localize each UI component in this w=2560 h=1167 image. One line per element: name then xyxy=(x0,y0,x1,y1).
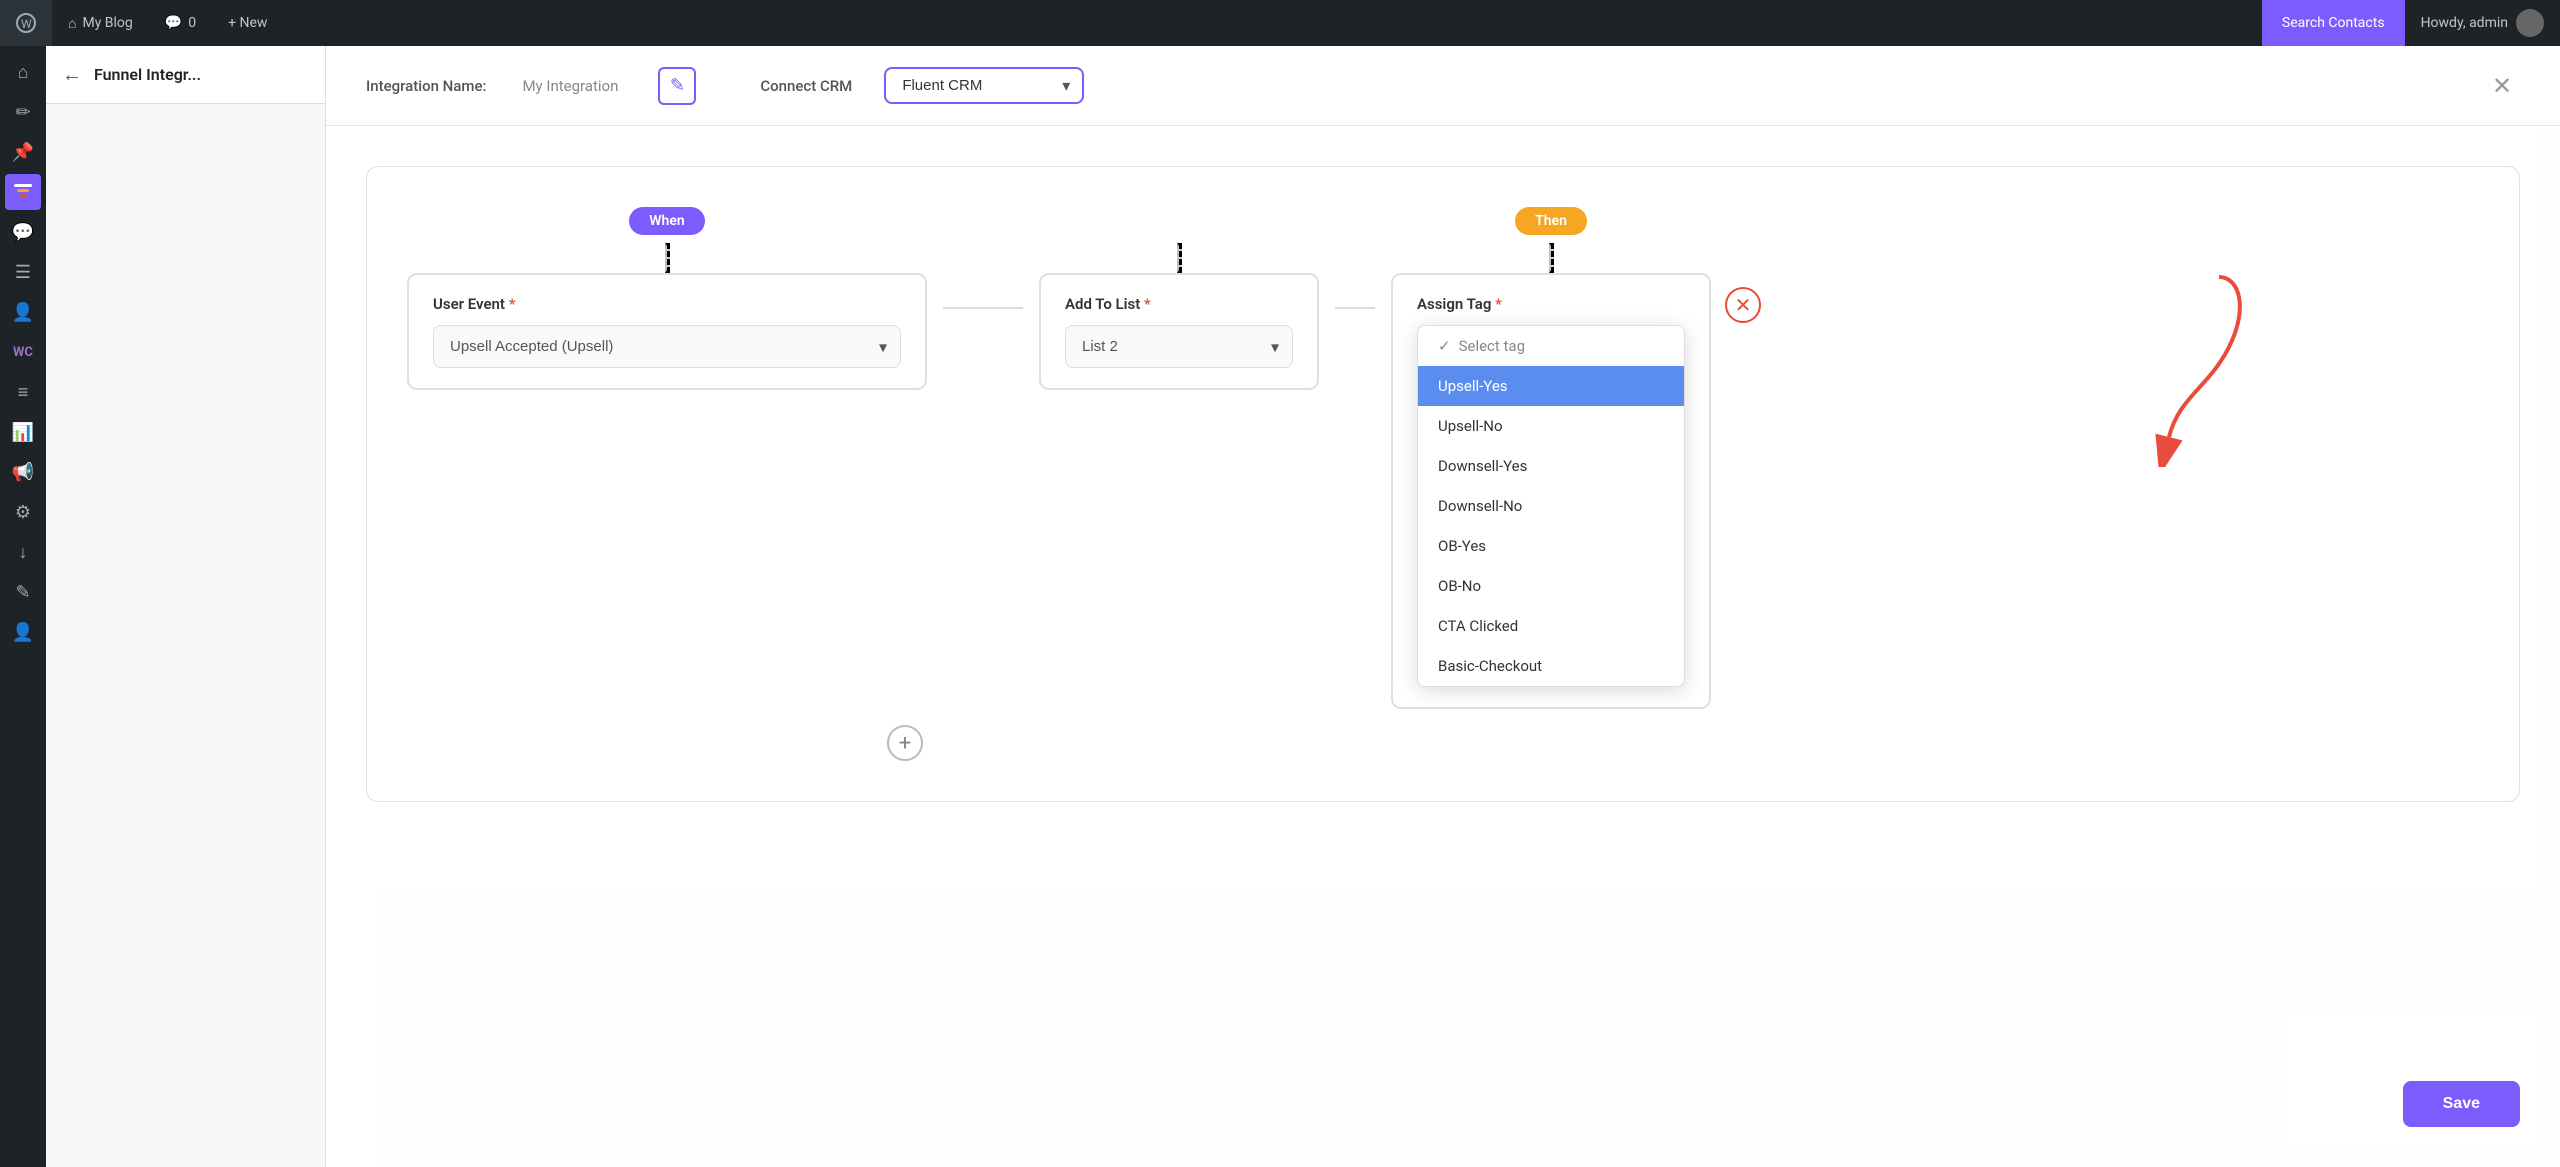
comments-count: 0 xyxy=(188,15,196,31)
add-to-list-node: Add To List * List 2 xyxy=(1039,207,1319,390)
sidebar-icon-download[interactable]: ↓ xyxy=(5,534,41,570)
connect-crm-label: Connect CRM xyxy=(760,77,852,95)
sidebar-icon-comments[interactable]: 💬 xyxy=(5,214,41,250)
modal-body: When User Event * Upsell Accepted (Upsel… xyxy=(326,126,2560,1167)
second-sidebar-title: Funnel Integr... xyxy=(94,65,201,84)
dropdown-item-ob-yes[interactable]: OB-Yes xyxy=(1418,526,1684,566)
assign-tag-card: Assign Tag * ✓ Select tag Upsell-Y xyxy=(1391,273,1711,709)
add-node-button[interactable]: + xyxy=(887,725,923,761)
sidebar-icon-dashboard[interactable]: ⌂ xyxy=(5,54,41,90)
sidebar-icon-announcements[interactable]: 📢 xyxy=(5,454,41,490)
admin-bar-right: Search Contacts Howdy, admin xyxy=(2262,0,2560,46)
user-event-select[interactable]: Upsell Accepted (Upsell) xyxy=(433,325,901,368)
home-icon: ⌂ xyxy=(68,15,76,32)
svg-text:W: W xyxy=(21,17,32,31)
add-to-list-required: * xyxy=(1144,295,1151,313)
new-item[interactable]: + New xyxy=(212,0,283,46)
connector-line xyxy=(943,307,1023,309)
howdy-label: Howdy, admin xyxy=(2421,15,2508,31)
tag-connector xyxy=(1549,243,1554,273)
integration-name-value: My Integration xyxy=(522,77,618,95)
sidebar-icon-woo[interactable]: WC xyxy=(5,334,41,370)
list-connector xyxy=(1177,243,1182,273)
check-icon: ✓ xyxy=(1438,337,1451,355)
modal-header: Integration Name: My Integration ✎ Conne… xyxy=(326,46,2560,126)
close-modal-button[interactable]: ✕ xyxy=(2484,68,2520,104)
dropdown-item-placeholder[interactable]: ✓ Select tag xyxy=(1418,326,1684,366)
then-badge: Then xyxy=(1515,207,1587,235)
my-blog-item[interactable]: ⌂ My Blog xyxy=(52,0,149,46)
sidebar-icon-list[interactable]: ☰ xyxy=(5,254,41,290)
sidebar-icon-user[interactable]: 👤 xyxy=(5,614,41,650)
save-button[interactable]: Save xyxy=(2403,1081,2520,1127)
close-node-icon: ✕ xyxy=(1735,293,1752,317)
assign-tag-node: Then Assign Tag * ✓ Select ta xyxy=(1391,207,1711,709)
left-sidebar: ⌂ ✏ 📌 💬 ☰ 👤 WC ≡ 📊 📢 ⚙ ↓ ✎ 👤 xyxy=(0,46,46,1167)
close-icon: ✕ xyxy=(2492,72,2512,100)
tag-dropdown: ✓ Select tag Upsell-Yes Upsell-No xyxy=(1417,325,1685,687)
sidebar-icon-analytics[interactable]: 📊 xyxy=(5,414,41,450)
integration-name-label: Integration Name: xyxy=(366,77,486,95)
dropdown-item-upsell-no[interactable]: Upsell-No xyxy=(1418,406,1684,446)
flow-connector-line-2 xyxy=(1319,207,1391,309)
dropdown-item-ob-no[interactable]: OB-No xyxy=(1418,566,1684,606)
main-content: Integration Name: My Integration ✎ Conne… xyxy=(326,46,2560,1167)
add-to-list-select-wrapper: List 2 xyxy=(1065,325,1293,368)
flow-connector-line xyxy=(927,207,1039,309)
dropdown-item-downsell-yes[interactable]: Downsell-Yes xyxy=(1418,446,1684,486)
plus-btn-row: + xyxy=(407,725,2479,761)
flow-row: When User Event * Upsell Accepted (Upsel… xyxy=(407,207,2479,709)
modal-overlay: Integration Name: My Integration ✎ Conne… xyxy=(326,46,2560,1167)
sidebar-icon-settings[interactable]: ⚙ xyxy=(5,494,41,530)
admin-bar-left: W ⌂ My Blog 💬 0 + New xyxy=(0,0,283,46)
dropdown-item-cta-clicked[interactable]: CTA Clicked xyxy=(1418,606,1684,646)
when-connector xyxy=(665,243,670,273)
user-event-label: User Event * xyxy=(433,295,901,313)
admin-bar: W ⌂ My Blog 💬 0 + New Search Contacts Ho… xyxy=(0,0,2560,46)
my-blog-label: My Blog xyxy=(82,15,132,31)
wp-logo-item[interactable]: W xyxy=(0,0,52,46)
sidebar-icon-pin[interactable]: 📌 xyxy=(5,134,41,170)
sidebar-icon-orders[interactable]: ≡ xyxy=(5,374,41,410)
search-contacts-button[interactable]: Search Contacts xyxy=(2262,0,2405,46)
new-label: + New xyxy=(228,15,267,31)
avatar xyxy=(2516,9,2544,37)
sidebar-icon-edit[interactable]: ✏ xyxy=(5,94,41,130)
second-sidebar-header: ← Funnel Integr... xyxy=(46,46,325,104)
user-event-required: * xyxy=(509,295,516,313)
add-to-list-select[interactable]: List 2 xyxy=(1065,325,1293,368)
close-node-button[interactable]: ✕ xyxy=(1725,287,1761,323)
edit-icon: ✎ xyxy=(670,75,685,96)
comments-icon: 💬 xyxy=(165,15,182,31)
sidebar-icon-users[interactable]: 👤 xyxy=(5,294,41,330)
sidebar-icon-funnel[interactable] xyxy=(5,174,41,210)
second-sidebar: ← Funnel Integr... xyxy=(46,46,326,1167)
user-event-card: User Event * Upsell Accepted (Upsell) xyxy=(407,273,927,390)
sidebar-icon-pen[interactable]: ✎ xyxy=(5,574,41,610)
dropdown-item-downsell-no[interactable]: Downsell-No xyxy=(1418,486,1684,526)
dropdown-item-upsell-yes[interactable]: Upsell-Yes xyxy=(1418,366,1684,406)
when-node: When User Event * Upsell Accepted (Upsel… xyxy=(407,207,927,390)
dropdown-item-basic-checkout[interactable]: Basic-Checkout xyxy=(1418,646,1684,686)
crm-select-wrapper: Fluent CRM xyxy=(884,67,1084,104)
add-to-list-card: Add To List * List 2 xyxy=(1039,273,1319,390)
comments-item[interactable]: 💬 0 xyxy=(149,0,212,46)
connector-line-2 xyxy=(1335,307,1375,309)
user-event-select-wrapper: Upsell Accepted (Upsell) xyxy=(433,325,901,368)
assign-tag-required: * xyxy=(1495,295,1502,313)
flow-canvas: When User Event * Upsell Accepted (Upsel… xyxy=(366,166,2520,802)
crm-select[interactable]: Fluent CRM xyxy=(884,67,1084,104)
edit-integration-name-button[interactable]: ✎ xyxy=(658,67,696,105)
when-badge: When xyxy=(629,207,704,235)
howdy-item[interactable]: Howdy, admin xyxy=(2405,0,2560,46)
plus-icon: + xyxy=(899,731,911,756)
assign-tag-label: Assign Tag * xyxy=(1417,295,1685,313)
back-button[interactable]: ← xyxy=(62,62,82,87)
add-to-list-label: Add To List * xyxy=(1065,295,1293,313)
